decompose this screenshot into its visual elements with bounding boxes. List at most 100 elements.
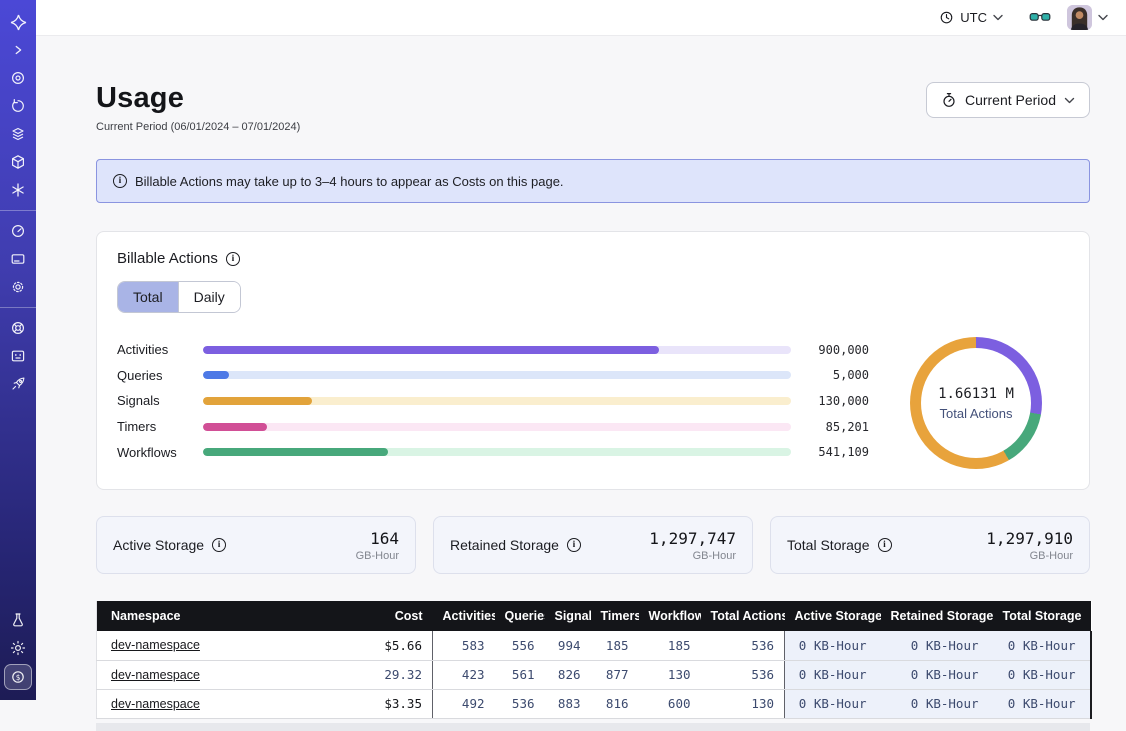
workflows-cell: 185 (639, 631, 701, 660)
cost-cell: $3.35 (359, 689, 433, 718)
storage-card-label: Active Storage (113, 537, 204, 553)
table-row: dev-namespace $5.66 583 556 994 185 185 … (97, 631, 1091, 660)
info-icon: i (113, 174, 127, 188)
usage-coin-icon[interactable]: $ (4, 664, 32, 690)
col-timers: Timers (591, 601, 639, 631)
billable-actions-card: Billable Actions i Total Daily Activitie… (96, 231, 1090, 490)
info-icon[interactable]: i (212, 538, 226, 552)
page-header: Usage Current Period (06/01/2024 – 07/01… (96, 82, 1090, 133)
total-storage-cell: 0 KB-Hour (993, 689, 1091, 718)
bar-label: Workflows (117, 445, 185, 460)
info-icon[interactable]: i (878, 538, 892, 552)
storage-card-unit: GB-Hour (649, 550, 736, 562)
active-storage-cell: 0 KB-Hour (785, 631, 881, 660)
tab-daily[interactable]: Daily (178, 282, 240, 312)
nexus-asterisk-icon[interactable] (0, 176, 36, 204)
current-period-button[interactable]: Current Period (926, 82, 1090, 118)
bar-fill (203, 397, 312, 405)
sidebar: $ (0, 0, 36, 700)
bar-row-queries: Queries 5,000 (117, 363, 869, 389)
expand-chevron-icon[interactable] (0, 36, 36, 64)
bar-row-timers: Timers 85,201 (117, 414, 869, 440)
queries-cell: 556 (495, 631, 545, 660)
timers-cell: 816 (591, 689, 639, 718)
bar-value: 85,201 (807, 420, 869, 434)
info-banner: i Billable Actions may take up to 3–4 ho… (96, 159, 1090, 203)
signals-cell: 994 (545, 631, 591, 660)
col-cost: Cost (359, 601, 433, 631)
bar-chart: Activities 900,000 Queries 5,000 Signals… (117, 337, 883, 469)
namespace-link[interactable]: dev-namespace (111, 668, 200, 682)
history-icon[interactable] (0, 92, 36, 120)
bar-label: Timers (117, 419, 185, 434)
settings-gear-icon[interactable] (0, 273, 36, 301)
chevron-down-icon (1098, 14, 1108, 21)
info-icon[interactable]: i (567, 538, 581, 552)
rocket-icon[interactable] (0, 370, 36, 398)
bar-value: 130,000 (807, 394, 869, 408)
namespace-link[interactable]: dev-namespace (111, 697, 200, 711)
activities-cell: 423 (433, 660, 495, 689)
col-queries: Queries (495, 601, 545, 631)
stacks-icon[interactable] (0, 120, 36, 148)
feedback-screen-icon[interactable] (0, 342, 36, 370)
activities-cell: 492 (433, 689, 495, 718)
temporal-logo-icon[interactable] (0, 8, 36, 36)
namespaces-icon[interactable] (0, 64, 36, 92)
col-namespace: Namespace (97, 601, 359, 631)
bar-value: 5,000 (807, 368, 869, 382)
signals-cell: 826 (545, 660, 591, 689)
storage-card-unit: GB-Hour (986, 550, 1073, 562)
col-total-storage: Total Storage (993, 601, 1091, 631)
billable-chart: Activities 900,000 Queries 5,000 Signals… (117, 337, 1069, 469)
donut-total-caption: Total Actions (940, 406, 1013, 421)
info-icon[interactable]: i (226, 252, 240, 266)
banner-text: Billable Actions may take up to 3–4 hour… (135, 174, 564, 189)
clock-icon (939, 10, 954, 25)
namespace-link[interactable]: dev-namespace (111, 638, 200, 652)
queries-cell: 561 (495, 660, 545, 689)
active-storage-cell: 0 KB-Hour (785, 689, 881, 718)
cube-icon[interactable] (0, 148, 36, 176)
col-workflows: Workflows (639, 601, 701, 631)
timers-cell: 185 (591, 631, 639, 660)
active-storage-cell: 0 KB-Hour (785, 660, 881, 689)
timezone-selector[interactable]: UTC (939, 10, 1003, 25)
retained-storage-cell: 0 KB-Hour (881, 689, 993, 718)
chevron-down-icon (1064, 97, 1075, 104)
table-header-row: Namespace Cost Activities Queries Signal… (97, 601, 1091, 631)
storage-card-value: 164 (356, 529, 399, 548)
retained-storage-cell: 0 KB-Hour (881, 660, 993, 689)
timers-cell: 877 (591, 660, 639, 689)
bar-track (203, 346, 791, 354)
gauge-icon[interactable] (0, 217, 36, 245)
col-total-actions: Total Actions (701, 601, 785, 631)
storage-summary-row: Active Storage i 164 GB-Hour Retained St… (96, 516, 1090, 574)
labs-flask-icon[interactable] (0, 606, 36, 634)
topbar: UTC (36, 0, 1126, 36)
bar-label: Activities (117, 342, 185, 357)
goggles-icon[interactable] (1029, 10, 1051, 25)
total-actions-cell: 130 (701, 689, 785, 718)
tab-total[interactable]: Total (118, 282, 178, 312)
cost-cell: 29.32 (359, 660, 433, 689)
account-menu-chevron[interactable] (1098, 14, 1108, 21)
support-lifebuoy-icon[interactable] (0, 314, 36, 342)
workflows-cell: 130 (639, 660, 701, 689)
avatar[interactable] (1067, 5, 1092, 30)
bar-fill (203, 371, 229, 379)
bar-track (203, 448, 791, 456)
donut-center: 1.66131 M Total Actions (921, 348, 1031, 458)
theme-sun-icon[interactable] (0, 634, 36, 662)
total-storage-cell: 0 KB-Hour (993, 660, 1091, 689)
bar-fill (203, 423, 267, 431)
bar-fill (203, 346, 659, 354)
retained-storage-card: Retained Storage i 1,297,747 GB-Hour (433, 516, 753, 574)
workflows-cell: 600 (639, 689, 701, 718)
chevron-down-icon (993, 14, 1003, 21)
page-subtitle: Current Period (06/01/2024 – 07/01/2024) (96, 121, 300, 133)
billable-tabs: Total Daily (117, 281, 241, 313)
table-row: dev-namespace $3.35 492 536 883 816 600 … (97, 689, 1091, 718)
card-icon[interactable] (0, 245, 36, 273)
total-storage-cell: 0 KB-Hour (993, 631, 1091, 660)
